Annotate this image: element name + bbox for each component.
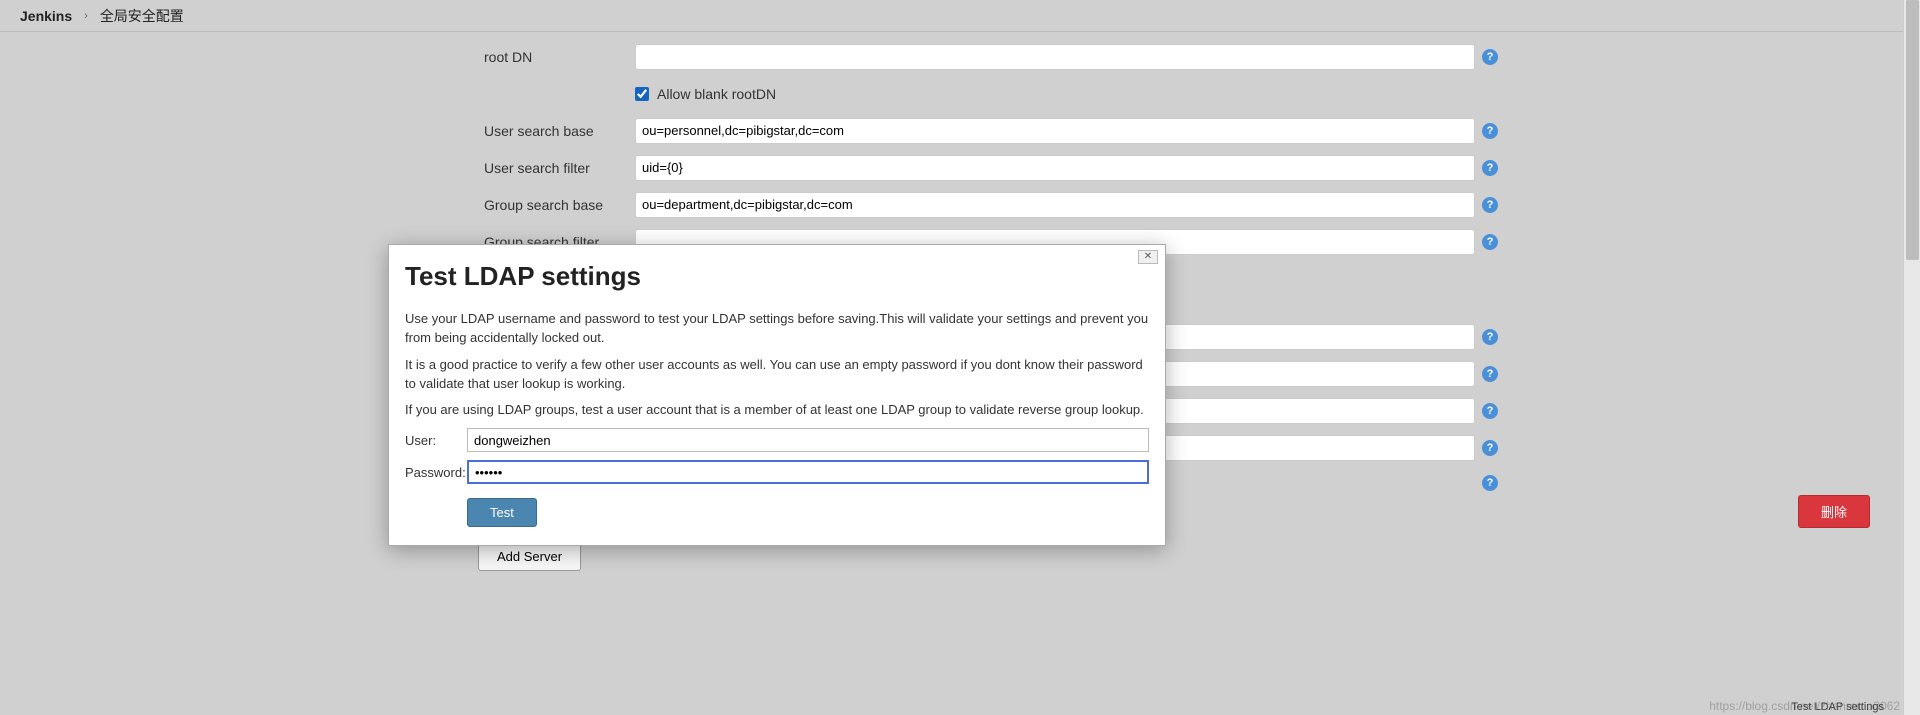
breadcrumb-current: 全局安全配置 xyxy=(100,6,184,26)
user-search-base-label: User search base xyxy=(0,123,635,139)
password-label: Password: xyxy=(405,465,467,480)
modal-text-3: If you are using LDAP groups, test a use… xyxy=(405,401,1149,420)
add-server-button[interactable]: Add Server xyxy=(478,542,581,571)
help-icon[interactable]: ? xyxy=(1482,440,1498,456)
watermark-text: https://blog.csdn.net/zhanremo3062 xyxy=(1709,699,1900,713)
help-icon[interactable]: ? xyxy=(1482,329,1498,345)
help-icon[interactable]: ? xyxy=(1482,49,1498,65)
breadcrumb-separator-icon: › xyxy=(84,10,88,22)
scrollbar-thumb[interactable] xyxy=(1906,0,1919,260)
group-search-base-label: Group search base xyxy=(0,197,635,213)
help-icon[interactable]: ? xyxy=(1482,160,1498,176)
allow-blank-rootdn-label: Allow blank rootDN xyxy=(657,86,776,102)
help-icon[interactable]: ? xyxy=(1482,234,1498,250)
group-search-base-input[interactable] xyxy=(635,192,1475,218)
user-search-filter-label: User search filter xyxy=(0,160,635,176)
breadcrumb: Jenkins › 全局安全配置 xyxy=(0,0,1920,32)
user-label: User: xyxy=(405,433,467,448)
help-icon[interactable]: ? xyxy=(1482,123,1498,139)
root-dn-label: root DN xyxy=(0,49,635,65)
allow-blank-rootdn-checkbox[interactable] xyxy=(635,87,649,101)
delete-button[interactable]: 删除 xyxy=(1798,495,1870,528)
test-ldap-modal: ✕ Test LDAP settings Use your LDAP usern… xyxy=(388,244,1166,546)
modal-text-1: Use your LDAP username and password to t… xyxy=(405,310,1149,348)
modal-text-2: It is a good practice to verify a few ot… xyxy=(405,356,1149,394)
user-search-filter-input[interactable] xyxy=(635,155,1475,181)
help-icon[interactable]: ? xyxy=(1482,197,1498,213)
user-search-base-input[interactable] xyxy=(635,118,1475,144)
user-input[interactable] xyxy=(467,428,1149,452)
help-icon[interactable]: ? xyxy=(1482,475,1498,491)
root-dn-input[interactable] xyxy=(635,44,1475,70)
close-icon[interactable]: ✕ xyxy=(1138,250,1158,264)
vertical-scrollbar[interactable] xyxy=(1903,0,1920,715)
modal-title: Test LDAP settings xyxy=(389,245,1165,302)
test-button[interactable]: Test xyxy=(467,498,537,527)
breadcrumb-root[interactable]: Jenkins xyxy=(20,8,72,24)
help-icon[interactable]: ? xyxy=(1482,403,1498,419)
help-icon[interactable]: ? xyxy=(1482,366,1498,382)
password-input[interactable] xyxy=(467,460,1149,484)
